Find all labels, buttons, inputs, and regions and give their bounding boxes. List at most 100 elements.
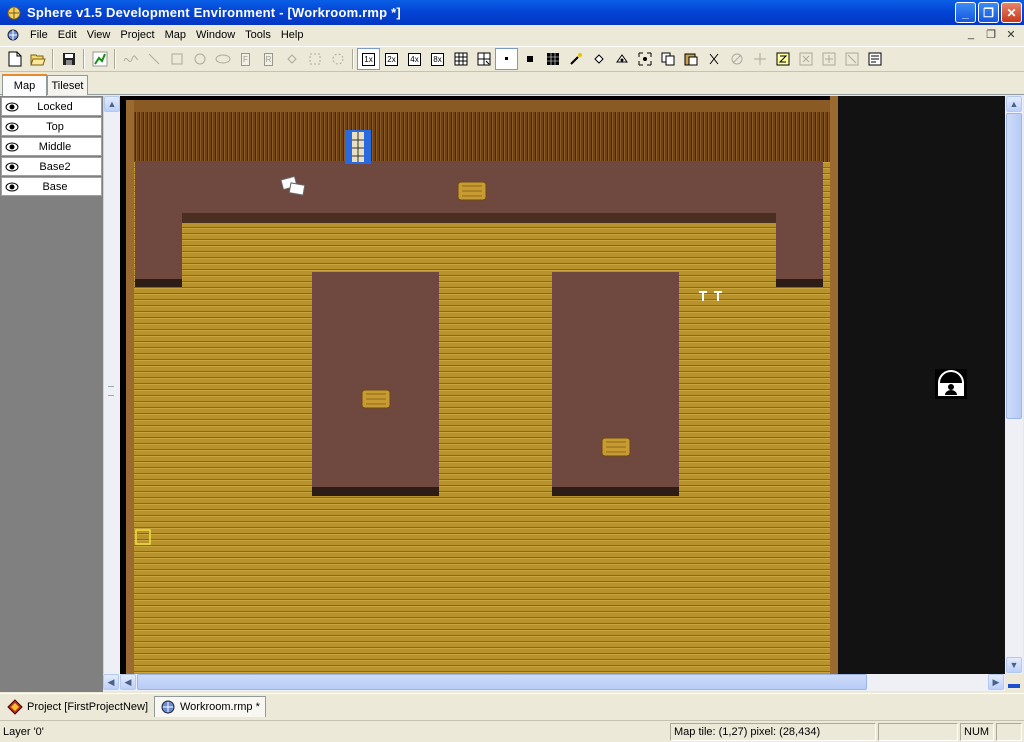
menu-tools[interactable]: Tools xyxy=(240,26,276,44)
circle-tool-button[interactable] xyxy=(188,48,211,70)
zone-tool-button[interactable] xyxy=(633,48,656,70)
tile-select-button[interactable] xyxy=(472,48,495,70)
select-tool-button[interactable] xyxy=(303,48,326,70)
menu-project[interactable]: Project xyxy=(115,26,159,44)
tab-tileset[interactable]: Tileset xyxy=(47,75,88,95)
mdi-minimize-button[interactable]: _ xyxy=(962,26,980,42)
pen-size-1-button[interactable] xyxy=(495,48,518,70)
script-button[interactable] xyxy=(771,48,794,70)
paste-button[interactable] xyxy=(679,48,702,70)
zoom-4x-icon: 4x xyxy=(408,52,421,66)
menu-map[interactable]: Map xyxy=(160,26,191,44)
menu-view[interactable]: View xyxy=(82,26,116,44)
menu-edit[interactable]: Edit xyxy=(53,26,82,44)
layer-row-locked[interactable]: Locked xyxy=(1,97,102,116)
sphere-app-icon[interactable] xyxy=(6,5,22,21)
clear-button[interactable] xyxy=(725,48,748,70)
document-system-icon[interactable] xyxy=(5,27,21,43)
layer-row-middle[interactable]: Middle xyxy=(1,137,102,156)
layer-row-top[interactable]: Top xyxy=(1,117,102,136)
layer-panel-scrollbar[interactable]: ▲ ▼ xyxy=(103,96,120,691)
zoom-2x-button[interactable]: 2x xyxy=(380,48,403,70)
tab-project[interactable]: Project [FirstProjectNew] xyxy=(2,696,153,717)
visibility-eye-icon[interactable] xyxy=(5,140,19,154)
menu-window[interactable]: Window xyxy=(191,26,240,44)
lasso-tool-button[interactable] xyxy=(326,48,349,70)
run-game-button[interactable] xyxy=(88,48,111,70)
layer-tool-1-button[interactable] xyxy=(794,48,817,70)
mdi-close-button[interactable]: ✕ xyxy=(1002,26,1020,42)
fill-bucket-button[interactable] xyxy=(587,48,610,70)
scroll-right-arrow-icon[interactable]: ▶ xyxy=(988,674,1004,690)
fill-rectangle-icon: F xyxy=(241,52,250,66)
status-pane-empty xyxy=(878,723,958,741)
pen-size-3-button[interactable] xyxy=(541,48,564,70)
scroll-left-arrow-icon[interactable]: ◀ xyxy=(120,674,136,690)
title-bar[interactable]: Sphere v1.5 Development Environment - [W… xyxy=(0,0,1024,25)
counter-right-base xyxy=(776,279,823,287)
new-file-icon xyxy=(8,51,21,67)
window-sprite xyxy=(345,130,371,164)
zoom-8x-button[interactable]: 8x xyxy=(426,48,449,70)
checker-icon xyxy=(546,53,559,65)
layer-tool-3-button[interactable] xyxy=(840,48,863,70)
zoom-4x-button[interactable]: 4x xyxy=(403,48,426,70)
toolbar-separator xyxy=(52,49,54,69)
new-file-button[interactable] xyxy=(3,48,26,70)
maximize-button[interactable]: ❐ xyxy=(978,2,999,23)
tile-properties-button[interactable] xyxy=(863,48,886,70)
left-table-base xyxy=(312,487,439,496)
menu-file[interactable]: File xyxy=(25,26,53,44)
map-render[interactable] xyxy=(120,96,1005,674)
ellipse-tool-button[interactable] xyxy=(211,48,234,70)
pen-size-2-button[interactable] xyxy=(518,48,541,70)
visibility-eye-icon[interactable] xyxy=(5,160,19,174)
tab-workroom[interactable]: Workroom.rmp * xyxy=(154,696,266,717)
menu-help[interactable]: Help xyxy=(276,26,309,44)
fill-tool-button[interactable] xyxy=(280,48,303,70)
toolbar-separator xyxy=(352,49,354,69)
map-canvas[interactable] xyxy=(120,96,1005,674)
layer-name: Base2 xyxy=(39,160,71,173)
line-tool-button[interactable] xyxy=(142,48,165,70)
curve-tool-button[interactable] xyxy=(119,48,142,70)
rectangle-tool-button[interactable] xyxy=(165,48,188,70)
fill-bucket-icon xyxy=(593,54,604,64)
scroll-left-arrow-icon[interactable]: ◀ xyxy=(103,674,119,690)
scroll-down-arrow-icon[interactable]: ▼ xyxy=(1006,657,1022,673)
tab-label: Workroom.rmp * xyxy=(180,701,260,713)
map-horizontal-scrollbar[interactable]: ◀ ◀ ▶ xyxy=(103,674,1005,691)
map-vertical-scrollbar[interactable]: ▲ ▼ xyxy=(1005,96,1023,674)
cut-button[interactable] xyxy=(702,48,725,70)
layer-row-base2[interactable]: Base2 xyxy=(1,157,102,176)
toolbar: F R 1x 2x 4x 8x xyxy=(0,46,1024,72)
eyedropper-button[interactable] xyxy=(564,48,587,70)
layer-tool-2-button[interactable] xyxy=(817,48,840,70)
visibility-eye-icon[interactable] xyxy=(5,120,19,134)
status-num-lock: NUM xyxy=(960,723,994,741)
fill-area-tool-button[interactable]: R xyxy=(257,48,280,70)
tab-map[interactable]: Map xyxy=(2,74,47,96)
tile-properties-icon xyxy=(868,52,881,66)
visibility-eye-icon[interactable] xyxy=(5,180,19,194)
mdi-restore-button[interactable]: ❐ xyxy=(982,26,1000,42)
save-button[interactable] xyxy=(57,48,80,70)
scroll-up-arrow-icon[interactable]: ▲ xyxy=(1006,96,1022,112)
no-symbol-icon xyxy=(731,53,742,65)
open-button[interactable] xyxy=(26,48,49,70)
copy-button[interactable] xyxy=(656,48,679,70)
close-button[interactable]: ✕ xyxy=(1001,2,1022,23)
scroll-thumb[interactable] xyxy=(137,674,867,690)
visibility-eye-icon[interactable] xyxy=(5,100,19,114)
status-bar: Layer '0' Map tile: (1,27) pixel: (28,43… xyxy=(0,720,1024,742)
move-button[interactable] xyxy=(748,48,771,70)
bucket-icon xyxy=(286,54,297,64)
layer-row-base[interactable]: Base xyxy=(1,177,102,196)
zoom-1x-button[interactable]: 1x xyxy=(357,48,380,70)
fill-rectangle-tool-button[interactable]: F xyxy=(234,48,257,70)
entity-tool-button[interactable] xyxy=(610,48,633,70)
scroll-up-arrow-icon[interactable]: ▲ xyxy=(104,96,120,112)
grid-toggle-button[interactable] xyxy=(449,48,472,70)
scroll-thumb[interactable] xyxy=(1006,113,1022,419)
minimize-button[interactable]: _ xyxy=(955,2,976,23)
